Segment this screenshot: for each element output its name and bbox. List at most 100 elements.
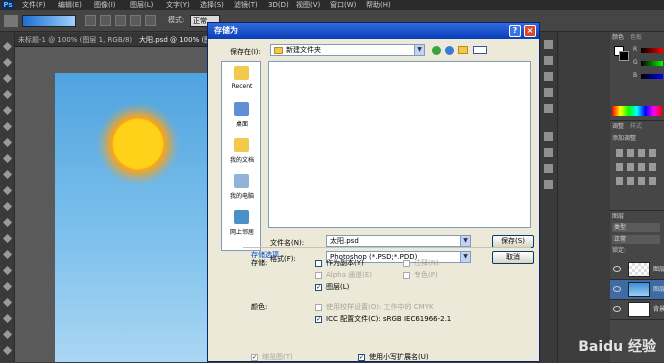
annotations-checkbox[interactable] — [403, 260, 410, 267]
eye-icon[interactable] — [613, 306, 621, 312]
back-icon[interactable] — [432, 46, 441, 55]
place-computer[interactable]: 我的电脑 — [222, 172, 262, 206]
menu-3d[interactable]: 3D(D) — [268, 0, 289, 10]
new-folder-icon[interactable] — [458, 46, 468, 54]
save-in-select[interactable]: 新建文件夹 ▼ — [270, 44, 425, 56]
place-documents[interactable]: 我的文档 — [222, 136, 262, 170]
path-select-tool-icon[interactable] — [3, 298, 12, 307]
layers-tab[interactable]: 图层 — [612, 212, 624, 222]
adjustment-icons-row1[interactable] — [616, 149, 658, 157]
annotations-label: 注释(N) — [414, 259, 439, 267]
close-icon[interactable]: × — [524, 25, 536, 37]
tool-presets-icon[interactable] — [544, 180, 553, 189]
properties-panel-icon[interactable] — [544, 72, 553, 81]
hand-tool-icon[interactable] — [3, 330, 12, 339]
eraser-tool-icon[interactable] — [3, 202, 12, 211]
marquee-tool-icon[interactable] — [3, 58, 12, 67]
lowercase-checkbox[interactable]: ✓ — [358, 354, 365, 361]
tool-preset-icon[interactable] — [4, 15, 18, 27]
up-folder-icon[interactable] — [445, 46, 454, 55]
diamond-gradient-icon[interactable] — [145, 15, 156, 26]
file-list[interactable] — [268, 61, 531, 228]
reflected-gradient-icon[interactable] — [130, 15, 141, 26]
layer-filter-kind[interactable]: 类型 — [612, 223, 660, 232]
menu-window[interactable]: 窗口(W) — [330, 0, 356, 10]
layer-row[interactable]: 背景 — [610, 300, 664, 320]
layer-row-selected[interactable]: 图层 1 — [610, 280, 664, 300]
clone-source-panel-icon[interactable] — [544, 104, 553, 113]
eye-icon[interactable] — [613, 266, 621, 272]
styles-tab[interactable]: 样式 — [630, 122, 642, 132]
lock-label: 锁定: — [612, 247, 627, 254]
actions-panel-icon[interactable] — [544, 56, 553, 65]
document-canvas[interactable] — [55, 73, 208, 362]
glyphs-panel-icon[interactable] — [544, 164, 553, 173]
eyedropper-tool-icon[interactable] — [3, 122, 12, 131]
layers-checkbox[interactable]: ✓ — [315, 284, 322, 291]
stamp-tool-icon[interactable] — [3, 170, 12, 179]
chevron-down-icon[interactable]: ▼ — [414, 45, 424, 55]
crop-tool-icon[interactable] — [3, 106, 12, 115]
zoom-tool-icon[interactable] — [3, 346, 12, 355]
adjustment-icons-row3[interactable] — [616, 177, 658, 185]
spot-label: 专色(P) — [414, 271, 438, 279]
green-slider[interactable] — [641, 61, 663, 66]
view-menu-icon[interactable] — [473, 46, 487, 54]
radial-gradient-icon[interactable] — [100, 15, 111, 26]
history-panel-icon[interactable] — [544, 40, 553, 49]
thumbnail-checkbox[interactable]: ✓ — [251, 354, 258, 361]
shape-tool-icon[interactable] — [3, 314, 12, 323]
dodge-tool-icon[interactable] — [3, 250, 12, 259]
dialog-title-bar[interactable]: 存储为 ? × — [208, 23, 539, 39]
menu-edit[interactable]: 编辑(E) — [58, 0, 82, 10]
adjustments-tab[interactable]: 调整 — [612, 122, 624, 132]
spot-checkbox[interactable] — [403, 272, 410, 279]
type-tool-icon[interactable] — [3, 282, 12, 291]
color-spectrum[interactable] — [612, 106, 662, 116]
layer-row[interactable]: 图层 2 — [610, 260, 664, 280]
menu-help[interactable]: 帮助(H) — [366, 0, 391, 10]
place-desktop[interactable]: 桌面 — [222, 100, 262, 134]
character-panel-icon[interactable] — [544, 132, 553, 141]
help-icon[interactable]: ? — [509, 25, 521, 37]
lasso-tool-icon[interactable] — [3, 74, 12, 83]
menu-image[interactable]: 图像(I) — [94, 0, 116, 10]
red-slider[interactable] — [641, 48, 663, 53]
menu-file[interactable]: 文件(F) — [22, 0, 46, 10]
color-tab[interactable]: 颜色 — [612, 33, 624, 43]
brush-tool-icon[interactable] — [3, 154, 12, 163]
menu-filter[interactable]: 滤镜(T) — [234, 0, 258, 10]
angle-gradient-icon[interactable] — [115, 15, 126, 26]
as-copy-checkbox[interactable] — [315, 260, 322, 267]
menu-layer[interactable]: 图层(L) — [130, 0, 153, 10]
history-brush-tool-icon[interactable] — [3, 186, 12, 195]
eye-icon[interactable] — [613, 286, 621, 292]
blue-slider[interactable] — [641, 74, 663, 79]
quick-select-tool-icon[interactable] — [3, 90, 12, 99]
background-color[interactable] — [619, 51, 629, 61]
move-tool-icon[interactable] — [3, 42, 12, 51]
gradient-tool-icon[interactable] — [3, 218, 12, 227]
alpha-checkbox[interactable] — [315, 272, 322, 279]
filename-input[interactable]: 太阳.psd ▼ — [326, 235, 471, 247]
gradient-preview[interactable] — [22, 15, 76, 27]
place-recent[interactable]: Recent — [222, 64, 262, 98]
swatches-tab[interactable]: 色板 — [630, 33, 642, 43]
adjustment-icons-row2[interactable] — [616, 163, 658, 171]
menu-view[interactable]: 视图(V) — [296, 0, 320, 10]
menu-type[interactable]: 文字(Y) — [166, 0, 190, 10]
menu-select[interactable]: 选择(S) — [200, 0, 224, 10]
doc-tab-untitled[interactable]: 未标题-1 @ 100% (图层 1, RGB/8) — [18, 33, 132, 47]
pen-tool-icon[interactable] — [3, 266, 12, 275]
blur-tool-icon[interactable] — [3, 234, 12, 243]
healing-tool-icon[interactable] — [3, 138, 12, 147]
place-network[interactable]: 网上邻居 — [222, 208, 262, 242]
brush-panel-icon[interactable] — [544, 88, 553, 97]
proof-checkbox[interactable] — [315, 304, 322, 311]
linear-gradient-icon[interactable] — [85, 15, 96, 26]
blend-mode-select[interactable]: 正常 — [612, 235, 660, 244]
recent-icon — [234, 66, 249, 80]
icc-checkbox[interactable]: ✓ — [315, 316, 322, 323]
paragraph-panel-icon[interactable] — [544, 148, 553, 157]
chevron-down-icon[interactable]: ▼ — [460, 236, 470, 246]
